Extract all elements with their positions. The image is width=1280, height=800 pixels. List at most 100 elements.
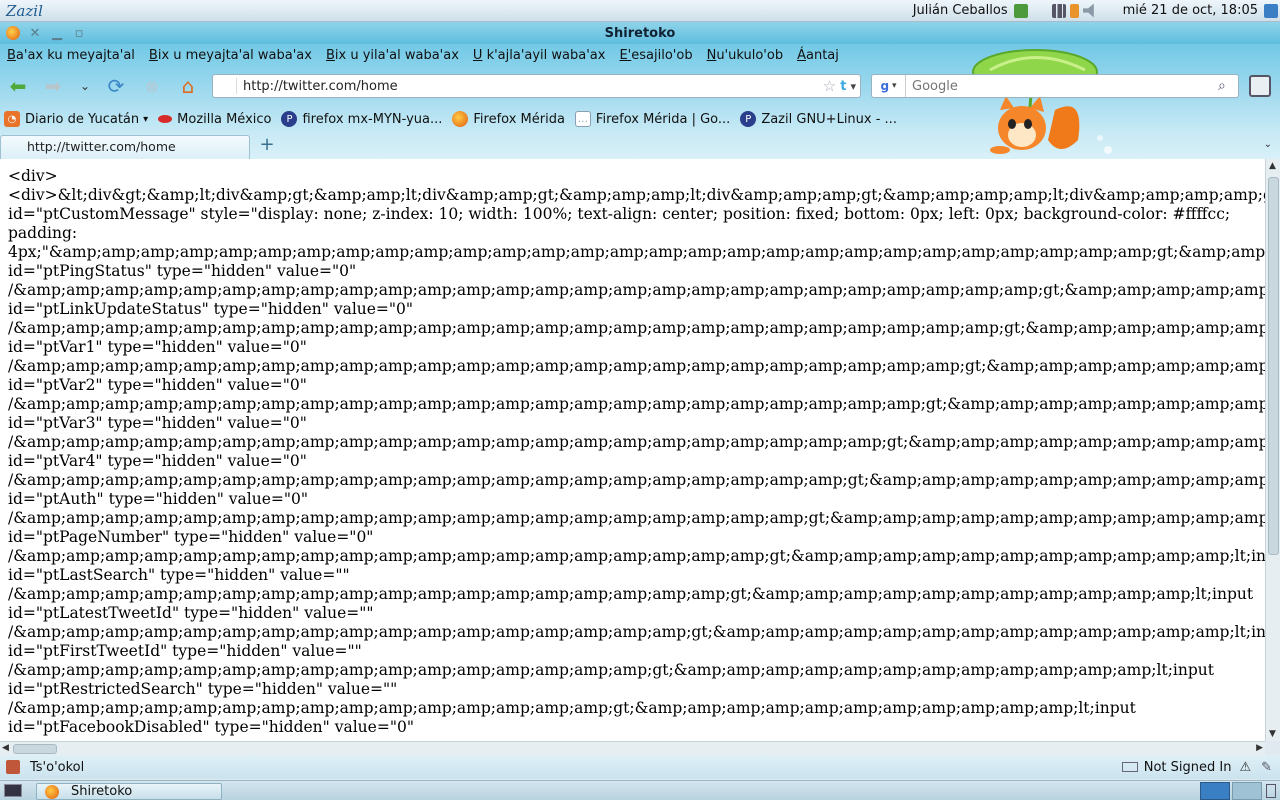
text-line: /&amp;amp;amp;amp;amp;amp;amp;amp;amp;am…	[8, 623, 1265, 641]
update-notifier-icon[interactable]	[1264, 3, 1278, 18]
text-line: id="ptAuth" type="hidden" value="0"	[8, 490, 309, 508]
user-name[interactable]: Julián Ceballos	[913, 3, 1008, 18]
workspace-switcher-2[interactable]	[1232, 782, 1262, 800]
text-line: /&amp;amp;amp;amp;amp;amp;amp;amp;amp;am…	[8, 319, 1265, 337]
back-icon[interactable]: ⬅	[5, 74, 31, 98]
site-identity-icon[interactable]	[217, 78, 237, 94]
text-line: id="ptVar2" type="hidden" value="0"	[8, 376, 307, 394]
text-line: /&amp;amp;amp;amp;amp;amp;amp;amp;amp;am…	[8, 433, 1265, 451]
text-line: id="ptRestrictedSearch" type="hidden" va…	[8, 680, 398, 698]
menu-help[interactable]: Áantaj	[790, 48, 846, 63]
text-line: id="ptLastSearch" type="hidden" value=""	[8, 566, 350, 584]
forward-icon[interactable]: ➡	[40, 74, 66, 98]
tab-strip: http://twitter.com/home + ⌄	[0, 135, 1280, 159]
mozilla-icon	[158, 115, 173, 123]
menu-tools[interactable]: Nu'ukulo'ob	[700, 48, 791, 63]
scroll-right-icon[interactable]: ▶	[1256, 743, 1263, 753]
bookmark-label: Firefox Mérida | Go...	[595, 111, 731, 127]
signin-icon[interactable]	[1121, 762, 1138, 772]
scroll-up-icon[interactable]: ▲	[1269, 161, 1276, 171]
show-desktop-icon[interactable]	[4, 784, 22, 797]
text-line: /&amp;amp;amp;amp;amp;amp;amp;amp;amp;am…	[8, 471, 1265, 489]
network-icon[interactable]	[1051, 3, 1066, 18]
vertical-scroll-thumb[interactable]	[1268, 177, 1279, 555]
text-line: /&amp;amp;amp;amp;amp;amp;amp;amp;amp;am…	[8, 585, 1254, 603]
bookmark-label: Mozilla México	[177, 111, 272, 127]
text-line: id="ptPingStatus" type="hidden" value="0…	[8, 262, 357, 280]
scroll-left-icon[interactable]: ◀	[2, 743, 9, 753]
maximize-icon[interactable]: ▫	[70, 24, 88, 42]
user-status-icon[interactable]	[1013, 3, 1028, 18]
tab-twitter-home[interactable]: http://twitter.com/home	[0, 135, 250, 159]
tab-list-chevron-icon[interactable]: ⌄	[1264, 139, 1272, 150]
window-title: Shiretoko	[604, 25, 676, 41]
text-line: <div>&lt;div&gt;&amp;lt;div&amp;gt;&amp;…	[8, 186, 1265, 204]
google-engine-icon[interactable]: g ▾	[872, 75, 906, 97]
bookmark-item[interactable]: Firefox Mérida	[452, 111, 565, 127]
trash-icon[interactable]	[1266, 784, 1276, 798]
text-line: id="ptVar1" type="hidden" value="0"	[8, 338, 307, 356]
menu-edit[interactable]: Bix u meyajta'al waba'ax	[142, 48, 319, 63]
text-line: id="ptVar3" type="hidden" value="0"	[8, 414, 307, 432]
twitter-icon[interactable]: t	[840, 79, 846, 94]
bookmark-item[interactable]: P firefox mx-MYN-yua...	[281, 111, 442, 127]
home-icon[interactable]: ⌂	[175, 74, 201, 98]
bookmark-item[interactable]: … Firefox Mérida | Go...	[574, 111, 731, 127]
menubar: Ba'ax ku meyajta'al Bix u meyajta'al wab…	[0, 44, 846, 66]
tab-groups-icon[interactable]	[1249, 75, 1271, 97]
minimize-icon[interactable]: ▁	[48, 24, 66, 42]
search-icon[interactable]: ⌕	[1218, 78, 1238, 94]
text-line: /&amp;amp;amp;amp;amp;amp;amp;amp;amp;am…	[8, 661, 1214, 679]
menu-bookmarks[interactable]: E'esajilo'ob	[612, 48, 699, 63]
text-line: id="ptLinkUpdateStatus" type="hidden" va…	[8, 300, 414, 318]
url-bar[interactable]: http://twitter.com/home ☆ t ▾	[212, 74, 861, 98]
vertical-scrollbar[interactable]: ▲ ▼	[1265, 159, 1280, 741]
chevron-down-icon: ▾	[143, 113, 149, 125]
volume-icon[interactable]	[1082, 3, 1094, 18]
clock[interactable]: mié 21 de oct, 18:05	[1123, 3, 1258, 18]
taskbar-window-label: Shiretoko	[71, 784, 133, 799]
bookmark-star-icon[interactable]: ☆	[823, 77, 836, 95]
warning-icon[interactable]: ⚠	[1239, 760, 1251, 775]
bookmark-item[interactable]: P Zazil GNU+Linux - ...	[740, 111, 897, 127]
menu-file[interactable]: Ba'ax ku meyajta'al	[0, 48, 142, 63]
bookmark-label: firefox mx-MYN-yua...	[302, 111, 443, 127]
person-icon: P	[281, 111, 298, 127]
history-dropdown-icon[interactable]: ⌄	[72, 74, 98, 98]
menu-view[interactable]: Bix u yila'al waba'ax	[319, 48, 466, 63]
bookmark-item[interactable]: Mozilla México	[158, 112, 271, 127]
bookmark-item[interactable]: ◔ Diario de Yucatán ▾	[4, 111, 148, 127]
firefox-icon	[45, 784, 59, 799]
text-line: id="ptCustomMessage" style="display: non…	[8, 205, 1231, 223]
reload-icon[interactable]: ⟳	[103, 74, 129, 98]
firefox-window-icon[interactable]	[4, 24, 22, 42]
horizontal-scrollbar[interactable]: ◀ ▶	[0, 741, 1265, 755]
menu-history[interactable]: U k'ajla'ayil waba'ax	[466, 48, 613, 63]
stop-icon[interactable]: ⊗	[139, 74, 165, 98]
text-line: /&amp;amp;amp;amp;amp;amp;amp;amp;amp;am…	[8, 509, 1265, 527]
status-bar: Ts'o'okol Not Signed In ⚠ ✎	[0, 755, 1280, 779]
url-text[interactable]: http://twitter.com/home	[243, 79, 823, 94]
workspace-switcher[interactable]	[1200, 782, 1230, 800]
bookmark-label: Firefox Mérida	[473, 111, 565, 127]
text-line: /&amp;amp;amp;amp;amp;amp;amp;amp;amp;am…	[8, 357, 1265, 375]
text-line: <div>	[8, 167, 58, 185]
close-icon[interactable]: ✕	[26, 24, 44, 42]
person-icon: P	[740, 111, 757, 127]
zazil-menu-logo[interactable]: Zazil	[6, 2, 43, 20]
search-input[interactable]	[906, 78, 1218, 94]
taskbar-window-button[interactable]: Shiretoko	[36, 783, 222, 800]
horizontal-scroll-thumb[interactable]	[13, 744, 57, 754]
rss-icon: ◔	[4, 111, 20, 127]
addon-icon[interactable]: ✎	[1261, 760, 1272, 775]
scroll-down-icon[interactable]: ▼	[1269, 729, 1276, 739]
sync-signin-status[interactable]: Not Signed In	[1144, 760, 1232, 775]
page-content[interactable]: <div> <div>&lt;div&gt;&amp;lt;div&amp;gt;…	[0, 159, 1265, 741]
url-dropdown-icon[interactable]: ▾	[850, 80, 856, 93]
battery-icon[interactable]	[1069, 3, 1079, 18]
new-tab-icon[interactable]: +	[257, 136, 277, 155]
taskbar: Shiretoko	[0, 780, 1280, 800]
search-bar[interactable]: g▾ ⌕	[871, 74, 1239, 98]
text-line: id="ptVar4" type="hidden" value="0"	[8, 452, 307, 470]
text-line: 4px;"&amp;amp;amp;amp;amp;amp;amp;amp;am…	[8, 243, 1265, 261]
